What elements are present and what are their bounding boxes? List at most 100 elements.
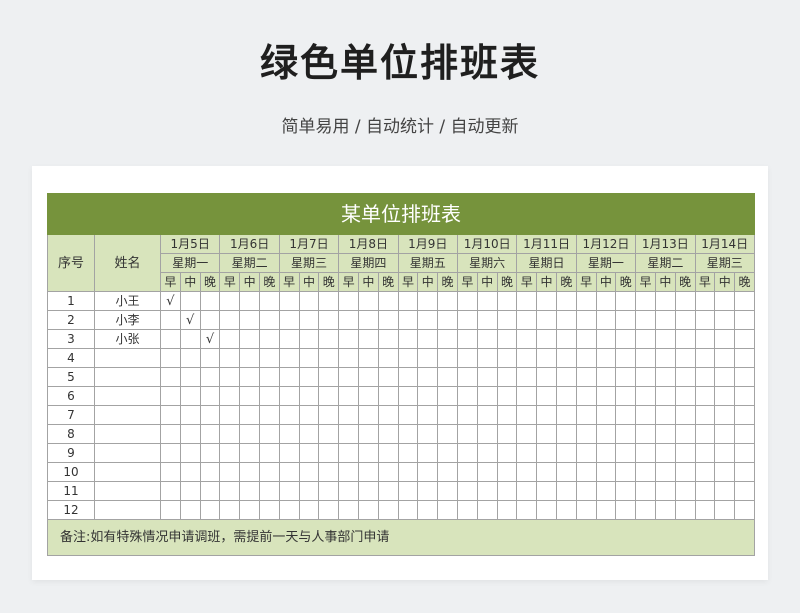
shift-cell[interactable] <box>338 443 359 463</box>
shift-cell[interactable] <box>417 310 439 330</box>
shift-cell[interactable] <box>615 424 637 444</box>
shift-cell[interactable] <box>694 443 716 463</box>
shift-cell[interactable] <box>456 481 478 501</box>
shift-cell[interactable] <box>536 443 557 463</box>
shift-cell[interactable] <box>734 291 755 311</box>
shift-cell[interactable] <box>239 367 260 387</box>
shift-cell[interactable] <box>654 291 676 311</box>
shift-cell[interactable] <box>417 291 439 311</box>
shift-cell[interactable] <box>615 500 637 520</box>
shift-cell[interactable] <box>536 348 557 368</box>
shift-cell[interactable] <box>258 329 280 349</box>
shift-cell[interactable] <box>615 291 637 311</box>
shift-cell[interactable] <box>635 386 656 406</box>
shift-cell[interactable] <box>575 348 597 368</box>
shift-cell[interactable] <box>516 405 538 425</box>
shift-cell[interactable] <box>160 329 181 349</box>
shift-cell[interactable] <box>615 481 637 501</box>
shift-cell[interactable] <box>397 291 419 311</box>
shift-cell[interactable] <box>318 310 340 330</box>
shift-cell[interactable] <box>199 367 221 387</box>
shift-cell[interactable] <box>338 329 359 349</box>
shift-cell[interactable] <box>219 481 241 501</box>
shift-cell[interactable] <box>417 329 439 349</box>
shift-cell[interactable] <box>239 310 260 330</box>
shift-cell[interactable] <box>575 462 597 482</box>
shift-cell[interactable] <box>516 443 538 463</box>
shift-cell[interactable] <box>635 443 656 463</box>
shift-cell[interactable] <box>575 367 597 387</box>
shift-cell[interactable] <box>615 310 637 330</box>
shift-cell[interactable] <box>516 500 538 520</box>
shift-cell[interactable] <box>437 329 458 349</box>
shift-cell[interactable] <box>318 405 340 425</box>
shift-cell[interactable] <box>219 500 241 520</box>
shift-cell[interactable] <box>714 291 736 311</box>
shift-cell[interactable] <box>674 310 696 330</box>
shift-cell[interactable] <box>496 424 518 444</box>
shift-cell[interactable] <box>160 386 181 406</box>
shift-cell[interactable] <box>397 424 419 444</box>
shift-cell[interactable] <box>555 386 577 406</box>
name-cell[interactable] <box>94 386 161 406</box>
shift-cell[interactable] <box>397 462 419 482</box>
shift-cell[interactable] <box>714 386 736 406</box>
shift-cell[interactable] <box>654 500 676 520</box>
shift-cell[interactable] <box>417 462 439 482</box>
shift-cell[interactable] <box>635 500 656 520</box>
shift-cell[interactable] <box>357 481 379 501</box>
shift-cell[interactable] <box>694 367 716 387</box>
shift-cell[interactable] <box>377 424 399 444</box>
shift-cell[interactable] <box>615 386 637 406</box>
name-cell[interactable] <box>94 462 161 482</box>
shift-cell[interactable] <box>734 443 755 463</box>
shift-cell[interactable] <box>615 443 637 463</box>
shift-cell[interactable] <box>199 386 221 406</box>
shift-cell[interactable] <box>318 348 340 368</box>
shift-cell[interactable] <box>298 500 320 520</box>
shift-cell[interactable] <box>239 481 260 501</box>
shift-cell[interactable] <box>437 310 458 330</box>
shift-cell[interactable] <box>575 329 597 349</box>
shift-cell[interactable] <box>654 405 676 425</box>
shift-cell[interactable] <box>278 462 300 482</box>
shift-cell[interactable] <box>734 462 755 482</box>
shift-cell[interactable] <box>199 310 221 330</box>
shift-cell[interactable] <box>199 462 221 482</box>
shift-cell[interactable] <box>476 329 498 349</box>
shift-cell[interactable] <box>298 310 320 330</box>
shift-cell[interactable] <box>179 367 201 387</box>
shift-cell[interactable] <box>654 443 676 463</box>
shift-cell[interactable] <box>278 500 300 520</box>
shift-cell[interactable] <box>417 348 439 368</box>
shift-cell[interactable] <box>318 424 340 444</box>
name-cell[interactable]: 小王 <box>94 291 161 311</box>
shift-cell[interactable] <box>417 386 439 406</box>
shift-cell[interactable] <box>219 310 241 330</box>
shift-cell[interactable] <box>437 386 458 406</box>
shift-cell[interactable] <box>239 348 260 368</box>
shift-cell[interactable] <box>476 348 498 368</box>
shift-cell[interactable] <box>694 386 716 406</box>
shift-cell[interactable] <box>318 386 340 406</box>
shift-cell[interactable] <box>476 405 498 425</box>
shift-cell[interactable] <box>496 310 518 330</box>
shift-cell[interactable]: √ <box>160 291 181 311</box>
shift-cell[interactable] <box>456 291 478 311</box>
shift-cell[interactable] <box>278 443 300 463</box>
shift-cell[interactable] <box>714 443 736 463</box>
shift-cell[interactable] <box>357 424 379 444</box>
shift-cell[interactable] <box>258 443 280 463</box>
shift-cell[interactable] <box>179 329 201 349</box>
shift-cell[interactable] <box>734 481 755 501</box>
shift-cell[interactable] <box>694 500 716 520</box>
shift-cell[interactable] <box>338 424 359 444</box>
shift-cell[interactable] <box>555 367 577 387</box>
shift-cell[interactable] <box>694 481 716 501</box>
shift-cell[interactable] <box>654 329 676 349</box>
shift-cell[interactable] <box>476 500 498 520</box>
shift-cell[interactable] <box>575 443 597 463</box>
shift-cell[interactable] <box>437 424 458 444</box>
shift-cell[interactable] <box>674 405 696 425</box>
shift-cell[interactable] <box>734 310 755 330</box>
